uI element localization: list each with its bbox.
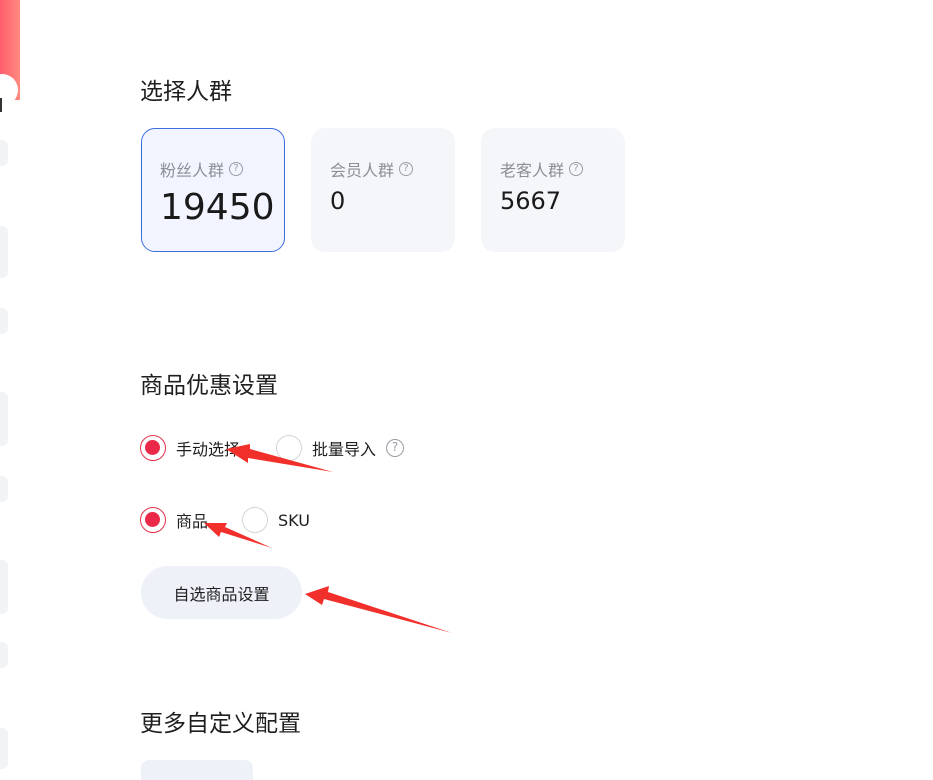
- radio-label: 批量导入: [312, 440, 377, 459]
- sidebar-item[interactable]: [0, 308, 8, 334]
- crowd-card-label: 会员人群: [330, 161, 395, 180]
- crowd-card-label: 老客人群: [500, 161, 565, 180]
- radio-checked-icon[interactable]: [140, 507, 166, 533]
- radio-product[interactable]: 商品: [140, 507, 208, 533]
- help-icon[interactable]: ?: [229, 162, 244, 176]
- radio-label: 手动选择: [176, 440, 241, 459]
- left-sidebar-edge: [0, 0, 20, 769]
- crowd-card-fans[interactable]: 粉丝人群 ? 19450: [141, 128, 285, 252]
- radio-batch-import[interactable]: 批量导入 ?: [276, 435, 405, 461]
- sidebar-item[interactable]: [0, 642, 8, 668]
- radio-label: 商品: [176, 512, 209, 531]
- radio-sku[interactable]: SKU: [242, 507, 310, 533]
- radio-unchecked-icon[interactable]: [242, 507, 269, 533]
- crowd-card-label: 粉丝人群: [160, 161, 225, 180]
- item-type-radio-group: 商品 SKU: [140, 507, 346, 533]
- crowd-card-members[interactable]: 会员人群 ? 0: [311, 128, 455, 252]
- crowd-card-count: 5667: [500, 187, 562, 215]
- sidebar-notch-mark: [0, 98, 2, 112]
- custom-product-settings-button[interactable]: 自选商品设置: [141, 566, 302, 619]
- sidebar-item[interactable]: [0, 392, 8, 446]
- radio-unchecked-icon[interactable]: [276, 435, 303, 461]
- sidebar-item[interactable]: [0, 560, 8, 614]
- crowd-card-name: 粉丝人群 ?: [160, 157, 244, 181]
- crowd-card-returning[interactable]: 老客人群 ? 5667: [481, 128, 625, 252]
- crowd-card-count: 19450: [160, 187, 275, 228]
- discount-section-title: 商品优惠设置: [140, 373, 278, 399]
- more-config-button-partial[interactable]: [141, 760, 253, 780]
- sidebar-item[interactable]: [0, 140, 8, 166]
- help-icon[interactable]: ?: [399, 162, 414, 176]
- radio-label: SKU: [278, 510, 310, 530]
- annotation-arrow: [305, 586, 452, 633]
- crowd-card-name: 老客人群 ?: [500, 157, 584, 181]
- more-config-section-title: 更多自定义配置: [140, 711, 301, 737]
- radio-checked-icon[interactable]: [140, 435, 166, 461]
- sidebar-item[interactable]: [0, 226, 8, 278]
- radio-manual-select[interactable]: 手动选择: [140, 435, 240, 461]
- crowd-card-count: 0: [330, 187, 346, 215]
- help-icon[interactable]: ?: [569, 162, 584, 176]
- sidebar-item[interactable]: [0, 728, 8, 769]
- help-icon[interactable]: ?: [386, 439, 405, 457]
- selection-mode-radio-group: 手动选择 批量导入 ?: [140, 435, 440, 461]
- crowd-section-title: 选择人群: [140, 79, 232, 105]
- crowd-card-name: 会员人群 ?: [330, 157, 414, 181]
- sidebar-item[interactable]: [0, 476, 8, 502]
